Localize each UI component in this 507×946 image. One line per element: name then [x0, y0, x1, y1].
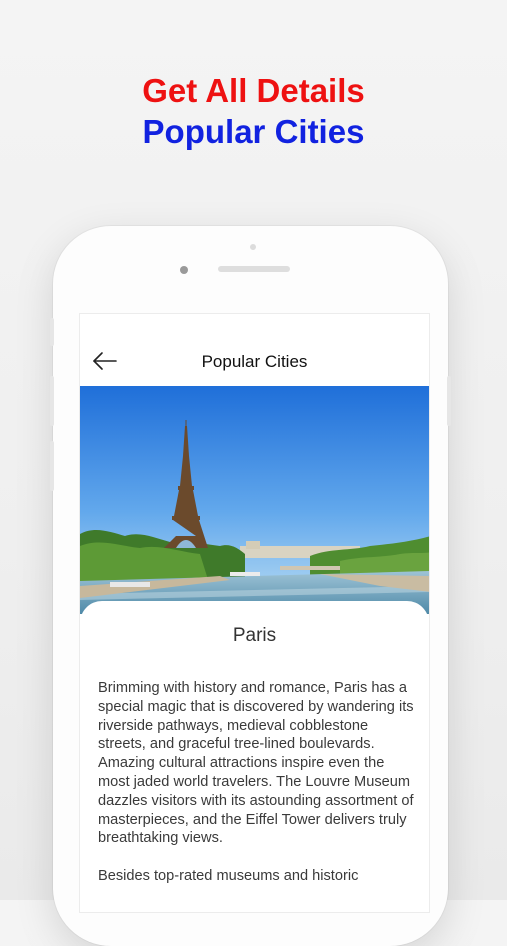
promo-line-2: Popular Cities: [142, 113, 365, 150]
description-paragraph: Brimming with history and romance, Paris…: [98, 680, 414, 847]
promo-headline: Get All Details Popular Cities: [0, 70, 507, 152]
phone-camera: [180, 266, 188, 274]
description-paragraph: Besides top-rated museums and historic: [98, 868, 359, 885]
city-image: [80, 386, 429, 614]
city-detail-card: Paris Brimming with history and romance,…: [80, 601, 429, 912]
city-description: Brimming with history and romance, Paris…: [98, 679, 415, 905]
app-bar: Popular Cities: [80, 314, 429, 386]
phone-volume-up: [50, 376, 54, 426]
city-name: Paris: [232, 625, 277, 646]
app-screen: Popular Cities Paris Brimming with histo…: [79, 313, 430, 913]
phone-speaker: [218, 266, 290, 272]
page-title: Popular Cities: [201, 352, 308, 371]
promo-line-1: Get All Details: [142, 72, 365, 109]
phone-sensor: [250, 244, 256, 250]
phone-power-button: [447, 376, 451, 426]
phone-volume-down: [50, 441, 54, 491]
phone-mute-switch: [50, 318, 54, 346]
